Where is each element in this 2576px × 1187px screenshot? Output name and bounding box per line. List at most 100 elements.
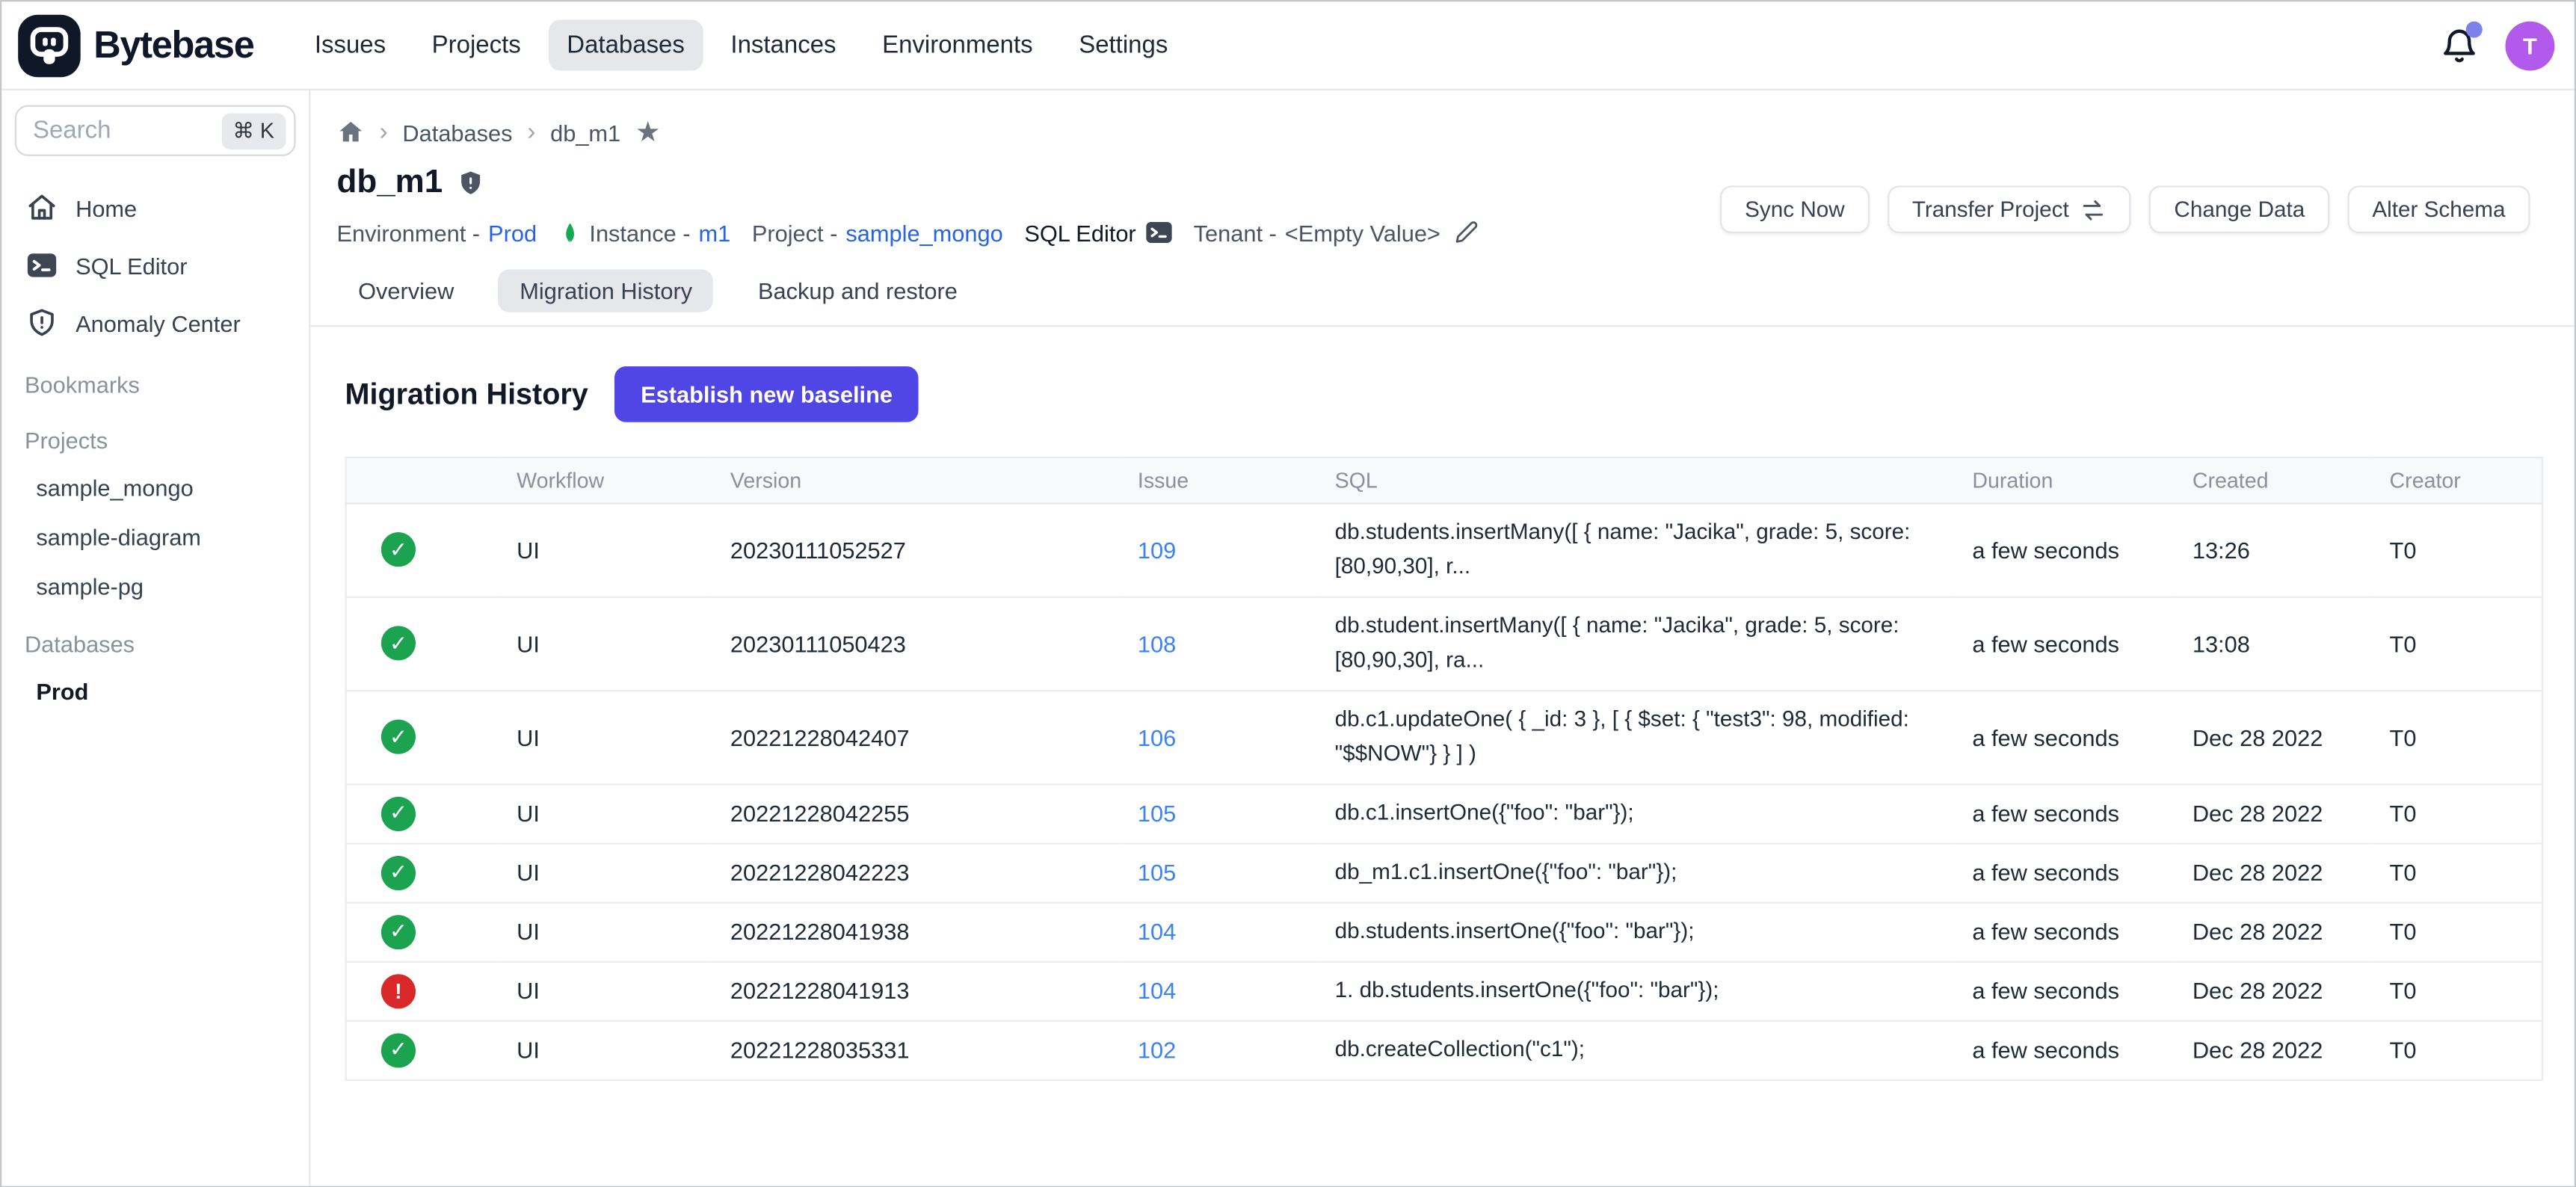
topnav-item-databases[interactable]: Databases: [549, 19, 703, 70]
table-row[interactable]: ✓ UI 20221228042407 106 db.c1.updateOne(…: [346, 690, 2542, 783]
issue-link[interactable]: 104: [1138, 978, 1176, 1004]
created-cell: Dec 28 2022: [2172, 783, 2370, 842]
duration-cell: a few seconds: [1953, 961, 2172, 1020]
issue-link[interactable]: 105: [1138, 859, 1176, 885]
breadcrumb-separator: ›: [527, 118, 535, 146]
topnav-item-environments[interactable]: Environments: [864, 19, 1051, 70]
breadcrumb-databases[interactable]: Databases: [402, 119, 512, 145]
column-workflow: Workflow: [497, 457, 711, 504]
sidebar-item-anomaly-center[interactable]: Anomaly Center: [1, 294, 309, 351]
bookmark-star-icon[interactable]: ★: [635, 118, 661, 146]
top-navigation-bar: Bytebase IssuesProjectsDatabasesInstance…: [1, 1, 2575, 90]
table-row[interactable]: ✓ UI 20230111052527 109 db.students.inse…: [346, 504, 2542, 597]
sidebar-item-sample_mongo[interactable]: sample_mongo: [1, 463, 309, 513]
topnav-item-projects[interactable]: Projects: [413, 19, 538, 70]
table-row[interactable]: ✓ UI 20221228042223 105 db_m1.c1.insertO…: [346, 842, 2542, 901]
sidebar: ⌘ K Home: [1, 90, 310, 1186]
home-breadcrumb-icon[interactable]: [337, 118, 365, 146]
version-cell: 20230111050423: [711, 597, 1118, 691]
table-row[interactable]: ✓ UI 20221228042255 105 db.c1.insertOne(…: [346, 783, 2542, 842]
database-shield-icon: [457, 169, 485, 197]
version-cell: 20221228042407: [711, 690, 1118, 783]
notifications-button[interactable]: [2440, 25, 2480, 65]
creator-cell: T0: [2370, 842, 2542, 901]
sidebar-sections: BookmarksProjectssample_mongosample-diag…: [1, 351, 309, 716]
table-row[interactable]: ✓ UI 20221228035331 102 db.createCollect…: [346, 1020, 2542, 1079]
table-row[interactable]: ✓ UI 20230111050423 108 db.student.inser…: [346, 597, 2542, 691]
sidebar-item-home[interactable]: Home: [1, 179, 309, 237]
sync-now-button[interactable]: Sync Now: [1720, 185, 1870, 233]
edit-pencil-icon[interactable]: [1453, 220, 1478, 244]
sidebar-item-prod[interactable]: Prod: [1, 667, 309, 716]
mongodb-leaf-icon: [558, 219, 582, 245]
created-cell: 13:08: [2172, 597, 2370, 691]
establish-new-baseline-button[interactable]: Establish new baseline: [614, 366, 919, 422]
sql-cell: db_m1.c1.insertOne({"foo": "bar"});: [1335, 855, 1933, 890]
topnav-item-instances[interactable]: Instances: [712, 19, 854, 70]
version-cell: 20221228042223: [711, 842, 1118, 901]
sql-cell: db.students.insertOne({"foo": "bar"});: [1335, 914, 1933, 949]
issue-link[interactable]: 102: [1138, 1037, 1176, 1063]
tenant-label: Tenant -: [1194, 219, 1277, 245]
version-cell: 20221228042255: [711, 783, 1118, 842]
issue-link[interactable]: 108: [1138, 630, 1176, 656]
history-table-body: ✓ UI 20230111052527 109 db.students.inse…: [346, 504, 2542, 1079]
creator-cell: T0: [2370, 961, 2542, 1020]
sidebar-item-sample-diagram[interactable]: sample-diagram: [1, 513, 309, 562]
created-cell: Dec 28 2022: [2172, 842, 2370, 901]
table-row[interactable]: ✓ UI 20221228041938 104 db.students.inse…: [346, 902, 2542, 961]
creator-cell: T0: [2370, 504, 2542, 597]
sidebar-item-sample-pg[interactable]: sample-pg: [1, 562, 309, 611]
created-cell: 13:26: [2172, 504, 2370, 597]
terminal-icon: [26, 250, 58, 281]
breadcrumb-db-m1[interactable]: db_m1: [550, 119, 620, 145]
topnav-item-settings[interactable]: Settings: [1061, 19, 1186, 70]
version-cell: 20221228035331: [711, 1020, 1118, 1079]
project-link[interactable]: sample_mongo: [845, 219, 1002, 245]
search-box[interactable]: ⌘ K: [15, 105, 296, 156]
sql-editor-shortcut[interactable]: SQL Editor: [1024, 218, 1172, 246]
table-row[interactable]: ! UI 20221228041913 104 1. db.students.i…: [346, 961, 2542, 1020]
version-cell: 20221228041913: [711, 961, 1118, 1020]
instance-link[interactable]: m1: [699, 219, 731, 245]
alter-schema-button[interactable]: Alter Schema: [2347, 185, 2530, 233]
page-title: db_m1: [337, 164, 443, 203]
page-header: › Databases › db_m1 ★ db_m1: [310, 90, 2574, 247]
tab-overview[interactable]: Overview: [337, 269, 475, 312]
main-panel: › Databases › db_m1 ★ db_m1: [310, 90, 2574, 1186]
sidebar-item-label: SQL Editor: [76, 252, 187, 278]
environment-link[interactable]: Prod: [488, 219, 537, 245]
issue-link[interactable]: 106: [1138, 724, 1176, 750]
change-data-button[interactable]: Change Data: [2149, 185, 2329, 233]
issue-link[interactable]: 109: [1138, 537, 1176, 563]
duration-cell: a few seconds: [1953, 690, 2172, 783]
sidebar-item-label: Home: [76, 194, 137, 221]
topnav-item-issues[interactable]: Issues: [297, 19, 404, 70]
column-version: Version: [711, 457, 1118, 504]
migration-history-table: Workflow Version Issue SQL Duration Crea…: [345, 457, 2544, 1080]
home-icon: [26, 192, 58, 223]
sql-cell: db.students.insertMany([ { name: "Jacika…: [1335, 516, 1933, 585]
issue-link[interactable]: 105: [1138, 800, 1176, 826]
tab-migration-history[interactable]: Migration History: [499, 269, 714, 312]
user-avatar[interactable]: T: [2505, 20, 2554, 70]
sql-editor-label: SQL Editor: [1024, 219, 1136, 245]
sql-cell: db.createCollection("c1");: [1335, 1032, 1933, 1067]
terminal-icon: [1144, 218, 1172, 246]
issue-link[interactable]: 104: [1138, 919, 1176, 945]
sidebar-item-sql-editor[interactable]: SQL Editor: [1, 236, 309, 294]
workflow-cell: UI: [497, 1020, 711, 1079]
notification-badge: [2466, 20, 2483, 37]
bytebase-brand[interactable]: Bytebase: [18, 14, 253, 77]
search-input[interactable]: [33, 117, 221, 144]
column-issue: Issue: [1118, 457, 1316, 504]
workflow-cell: UI: [497, 961, 711, 1020]
header-actions: Sync Now Transfer Project Change Data Al…: [1720, 185, 2530, 246]
transfer-project-button[interactable]: Transfer Project: [1888, 185, 2131, 233]
sql-cell: db.c1.insertOne({"foo": "bar"});: [1335, 796, 1933, 830]
tab-backup-and-restore[interactable]: Backup and restore: [736, 269, 979, 312]
duration-cell: a few seconds: [1953, 504, 2172, 597]
bytebase-logo-icon: [18, 14, 81, 77]
error-status-icon: !: [381, 973, 416, 1008]
duration-cell: a few seconds: [1953, 597, 2172, 691]
